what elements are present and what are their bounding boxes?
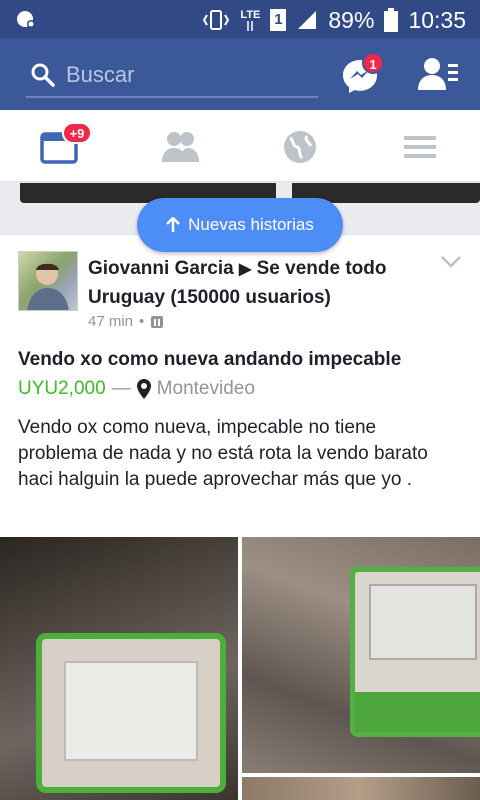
messenger-badge: 1 xyxy=(362,52,384,74)
signal-strength-icon xyxy=(298,11,317,29)
laptop-photo-subject xyxy=(36,633,226,793)
post-meta: 47 min • xyxy=(88,313,164,330)
clock: 10:35 xyxy=(408,6,466,33)
chevron-down-icon[interactable] xyxy=(440,255,462,269)
post-photo[interactable] xyxy=(0,537,238,800)
post-time[interactable]: 47 min xyxy=(88,313,133,330)
network-type-label: LTE xyxy=(240,8,261,21)
avatar-image xyxy=(27,263,69,310)
new-stories-label: Nuevas historias xyxy=(188,215,314,234)
sim-indicator: 1 xyxy=(270,9,287,31)
search-box[interactable] xyxy=(26,56,318,98)
vibrate-icon xyxy=(203,10,230,30)
friend-requests-icon[interactable] xyxy=(418,56,460,92)
avatar[interactable] xyxy=(18,251,78,311)
listing-location[interactable]: Montevideo xyxy=(157,378,255,400)
location-pin-icon xyxy=(136,379,151,399)
menu-tab-icon[interactable] xyxy=(400,128,440,166)
tab-bar: +9 xyxy=(0,110,480,182)
post-header: Giovanni Garcia ▶ Se vende todo Uruguay … xyxy=(88,255,418,312)
post-photo[interactable] xyxy=(242,537,480,773)
post-photo[interactable] xyxy=(242,777,480,800)
price-location-separator: — xyxy=(111,378,131,399)
meta-separator: • xyxy=(139,313,145,330)
post-card: Giovanni Garcia ▶ Se vende todo Uruguay … xyxy=(0,234,480,800)
listing-details: UYU2,000 — Montevideo xyxy=(18,378,255,400)
battery-percent: 89% xyxy=(328,6,375,33)
search-icon xyxy=(31,63,55,87)
listing-title: Vendo xo como nueva andando impecable xyxy=(18,349,402,370)
search-input[interactable] xyxy=(66,60,306,90)
new-stories-button[interactable]: Nuevas historias xyxy=(137,198,343,252)
author-name[interactable]: Giovanni Garcia xyxy=(88,258,234,279)
arrow-up-icon xyxy=(166,217,181,232)
friends-tab-icon[interactable] xyxy=(160,128,200,166)
group-privacy-icon xyxy=(151,315,164,328)
post-body-text: Vendo ox como nueva, impecable no tiene … xyxy=(18,417,428,490)
listing-price: UYU2,000 xyxy=(18,378,106,399)
globe-notifications-tab-icon[interactable] xyxy=(280,128,320,166)
location-settings-icon xyxy=(17,11,35,28)
status-bar: LTE 1 89% 10:35 xyxy=(0,0,480,38)
news-feed-badge: +9 xyxy=(62,122,92,144)
data-arrows-icon xyxy=(247,20,254,31)
arrow-right-icon: ▶ xyxy=(239,261,252,278)
laptop-photo-subject xyxy=(350,567,480,737)
top-app-bar: 1 xyxy=(0,38,480,110)
battery-icon xyxy=(384,8,399,32)
